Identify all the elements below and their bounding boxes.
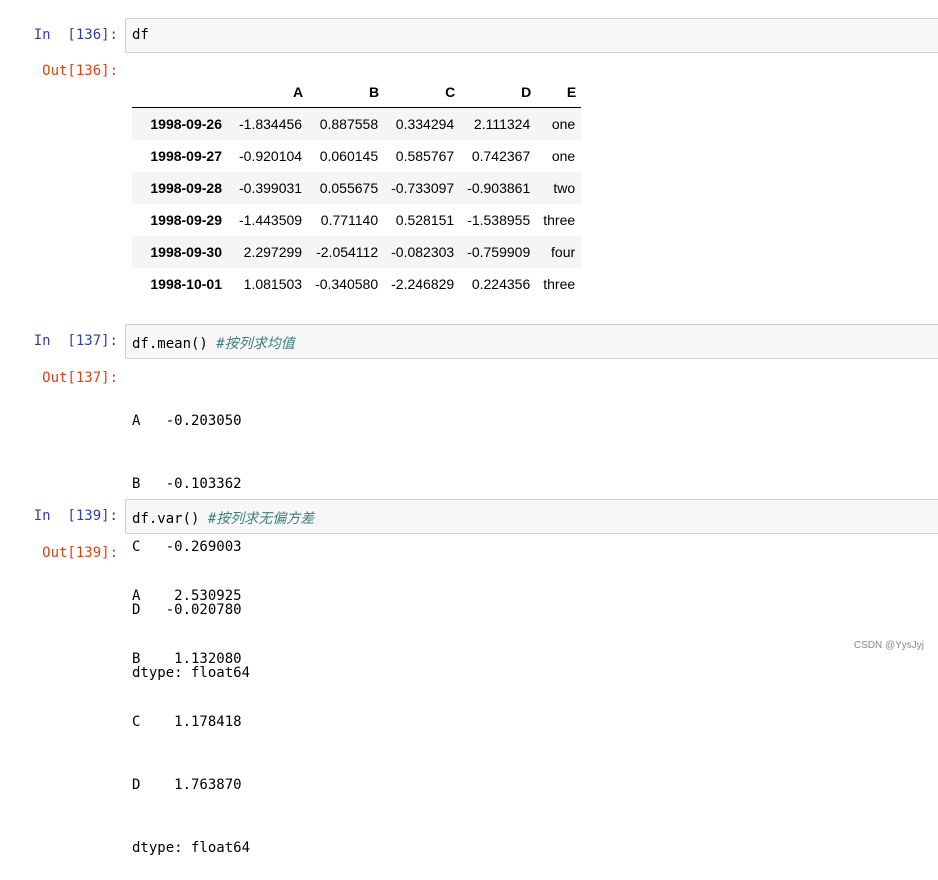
output-line: A -0.203050 xyxy=(132,413,242,429)
code-line: df.mean() xyxy=(132,336,217,352)
code-line: df xyxy=(132,27,149,43)
row-index: 1998-09-30 xyxy=(150,244,222,260)
output-prompt: Out[137]: xyxy=(42,370,118,386)
output-line: A 2.530925 xyxy=(132,588,242,604)
code-text: df xyxy=(132,27,149,43)
table-cell: 0.334294 xyxy=(395,116,455,132)
table-cell: 0.887558 xyxy=(319,116,379,132)
code-input-cell[interactable]: df.mean() #按列求均值 xyxy=(125,324,938,359)
table-cell: one xyxy=(551,116,576,132)
row-index: 1998-09-29 xyxy=(150,212,222,228)
row-index: 1998-10-01 xyxy=(150,276,222,292)
output-line: B -0.103362 xyxy=(132,476,242,492)
output-line: D 1.763870 xyxy=(132,777,242,793)
series-output: A 2.530925 B 1.132080 C 1.178418 D 1.763… xyxy=(132,544,250,880)
table-cell: three xyxy=(543,276,576,292)
column-header: B xyxy=(308,78,385,108)
input-prompt: In [137]: xyxy=(33,333,118,349)
table-cell: -0.920104 xyxy=(239,148,303,164)
table-cell: -1.443509 xyxy=(239,212,303,228)
table-cell: -0.733097 xyxy=(391,180,455,196)
row-index: 1998-09-28 xyxy=(150,180,222,196)
code-input-cell[interactable]: df xyxy=(125,18,938,53)
table-cell: -0.399031 xyxy=(239,180,303,196)
table-cell: three xyxy=(543,212,576,228)
table-cell: 0.742367 xyxy=(471,148,531,164)
table-cell: 0.528151 xyxy=(395,212,455,228)
code-comment: #按列求均值 xyxy=(216,336,295,352)
dataframe-table: A B C D E 1998-09-26 -1.834456 0.887558 … xyxy=(132,78,582,300)
table-cell: 0.771140 xyxy=(320,212,379,228)
code-input-cell[interactable]: df.var() #按列求无偏方差 xyxy=(125,499,938,534)
output-line: C 1.178418 xyxy=(132,714,242,730)
table-cell: 1.081503 xyxy=(243,276,303,292)
row-index: 1998-09-27 xyxy=(150,148,222,164)
table-cell: -1.834456 xyxy=(239,116,303,132)
column-header: C xyxy=(384,78,461,108)
table-row: 1998-09-26 -1.834456 0.887558 0.334294 2… xyxy=(132,107,582,140)
table-row: 1998-09-30 2.297299 -2.054112 -0.082303 … xyxy=(132,236,582,268)
table-cell: 0.055675 xyxy=(319,180,379,196)
column-header: E xyxy=(536,78,582,108)
input-prompt: In [136]: xyxy=(33,27,118,43)
table-cell: 0.224356 xyxy=(471,276,531,292)
table-row: 1998-09-29 -1.443509 0.771140 0.528151 -… xyxy=(132,204,581,236)
output-prompt: Out[136]: xyxy=(42,63,118,79)
table-row: 1998-10-01 1.081503 -0.340580 -2.246829 … xyxy=(132,268,581,300)
row-index: 1998-09-26 xyxy=(150,116,222,132)
code-comment: #按列求无偏方差 xyxy=(207,511,315,527)
table-row: 1998-09-27 -0.920104 0.060145 0.585767 0… xyxy=(132,140,581,172)
column-header: A xyxy=(232,78,309,108)
table-cell: -0.082303 xyxy=(391,244,455,260)
table-row: 1998-09-28 -0.399031 0.055675 -0.733097 … xyxy=(132,172,582,204)
table-cell: two xyxy=(553,180,576,196)
table-cell: 2.297299 xyxy=(243,244,303,260)
table-cell: -2.054112 xyxy=(316,244,379,260)
output-line: dtype: float64 xyxy=(132,840,251,856)
table-cell: -1.538955 xyxy=(467,212,531,228)
table-cell: 0.060145 xyxy=(319,148,379,164)
table-cell: -2.246829 xyxy=(391,276,455,292)
table-cell: 0.585767 xyxy=(395,148,455,164)
table-cell: one xyxy=(551,148,576,164)
column-header: D xyxy=(460,78,537,108)
table-cell: 2.111324 xyxy=(473,116,531,132)
table-header-row: A B C D E xyxy=(132,78,582,108)
table-cell: -0.903861 xyxy=(467,180,531,196)
index-header xyxy=(132,78,232,108)
watermark: CSDN @YysJyj xyxy=(853,640,924,651)
code-text: df.mean() #按列求均值 xyxy=(132,333,295,353)
input-prompt: In [139]: xyxy=(33,508,118,524)
output-prompt: Out[139]: xyxy=(42,545,118,561)
table-cell: -0.759909 xyxy=(467,244,531,260)
table-cell: four xyxy=(551,244,576,260)
code-line: df.var() xyxy=(132,511,208,527)
table-cell: -0.340580 xyxy=(315,276,379,292)
output-line: B 1.132080 xyxy=(132,651,242,667)
code-text: df.var() #按列求无偏方差 xyxy=(132,508,314,528)
